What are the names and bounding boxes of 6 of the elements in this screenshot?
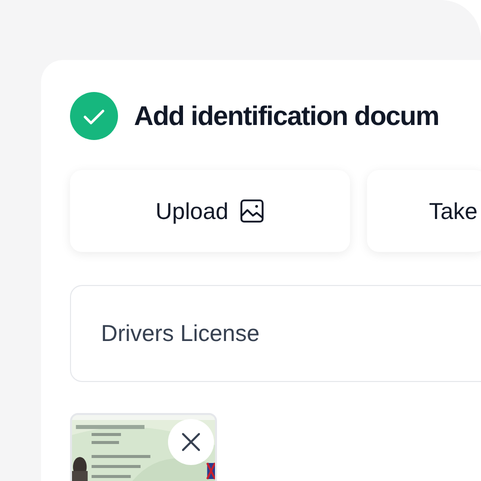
document-type-field[interactable]: Drivers License: [70, 285, 481, 382]
section-title: Add identification docum: [134, 100, 439, 132]
action-button[interactable]: Upload: [70, 170, 350, 252]
image-icon: [240, 199, 264, 223]
action-button[interactable]: Take: [367, 170, 481, 252]
close-icon: [181, 432, 201, 452]
